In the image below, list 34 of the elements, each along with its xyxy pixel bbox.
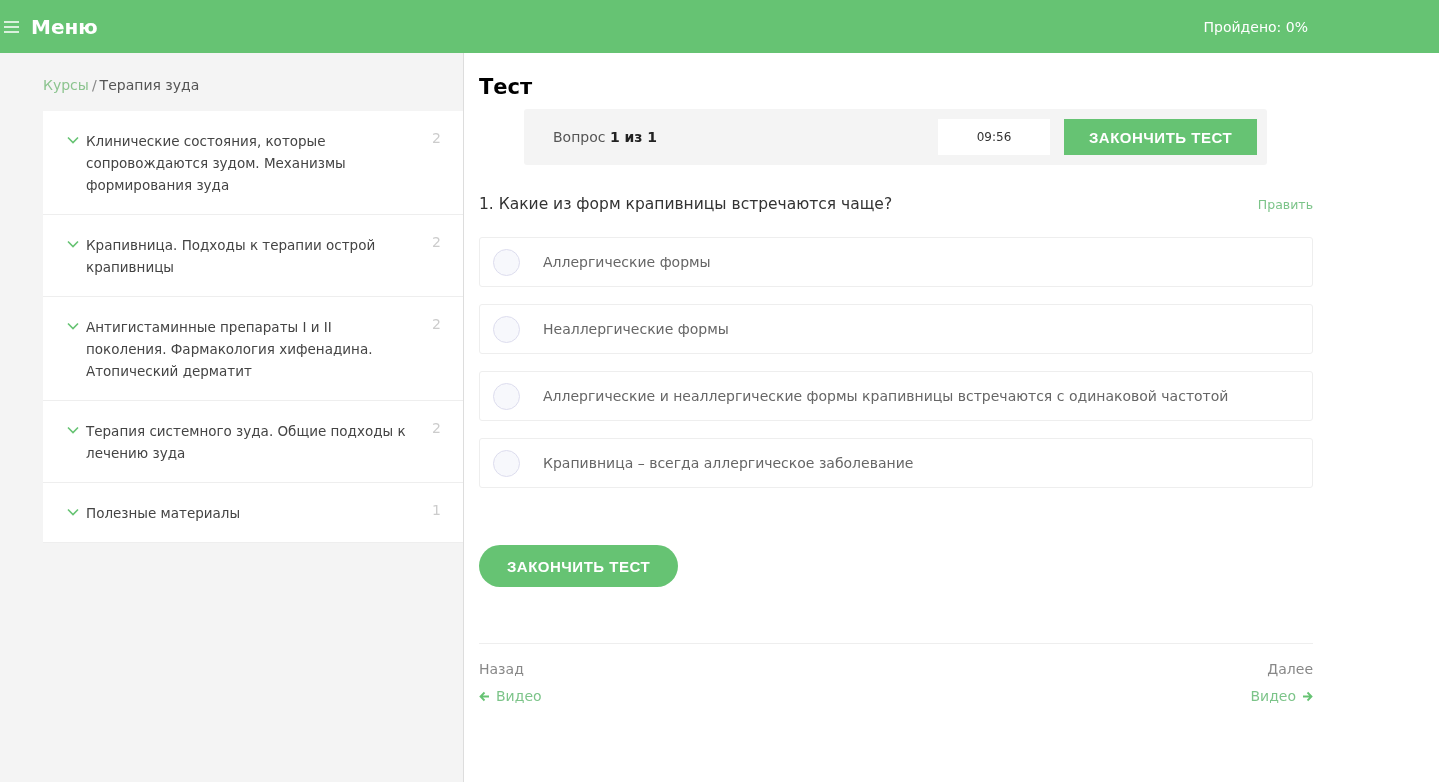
chevron-down-icon [67,426,79,434]
answer-option[interactable]: Аллергические формы [479,237,1313,287]
section-title: Терапия системного зуда. Общие подходы к лечению зуда [86,422,407,463]
section-title: Антигистаминные препараты I и II поколения. Фармакология хифенадина. Атопический дерматит [86,318,374,381]
radio-button[interactable] [493,315,520,343]
breadcrumb-current: Терапия зуда [99,77,200,93]
answer-label: Неаллергические формы [543,321,729,337]
arrow-left-icon [479,690,490,702]
section-title: Полезные материалы [86,504,242,523]
menu-icon [4,20,19,33]
answer-label: Крапивница – всегда аллергическое заболевание [543,455,914,471]
chevron-down-icon [67,508,79,516]
section-title: Клинические состояния, которые сопровождаются зудом. Механизмы формирования зуда [86,132,347,195]
answer-option[interactable]: Неаллергические формы [479,304,1313,354]
chevron-down-icon [67,240,79,248]
progress-text: Пройдено: 0% [1203,18,1308,35]
chevron-down-icon [67,136,79,144]
radio-button[interactable] [493,449,520,477]
question-counter: Вопрос 1 из 1 [553,129,659,145]
arrow-right-icon [1302,690,1313,702]
answer-label: Аллергические формы [543,254,711,270]
page-title: Тест [479,75,534,99]
back-label: Назад [479,661,525,677]
radio-button[interactable] [493,248,520,276]
answer-option[interactable]: Крапивница – всегда аллергическое заболевание [479,438,1313,488]
next-label: Далее [1267,661,1313,677]
answer-option[interactable]: Аллергические и неаллергические формы крапивницы встречаются с одинаковой частотой [479,371,1313,421]
question-text: 1. Какие из форм крапивницы встречаются чаще? [479,195,893,213]
breadcrumb-separator: / [91,77,97,93]
answer-label: Аллергические и неаллергические формы крапивницы встречаются с одинаковой частотой [543,388,1229,404]
timer: 09:56 [938,119,1050,155]
section-title: Крапивница. Подходы к терапии острой крапивницы [86,236,377,277]
chevron-down-icon [67,322,79,330]
radio-button[interactable] [493,382,520,410]
